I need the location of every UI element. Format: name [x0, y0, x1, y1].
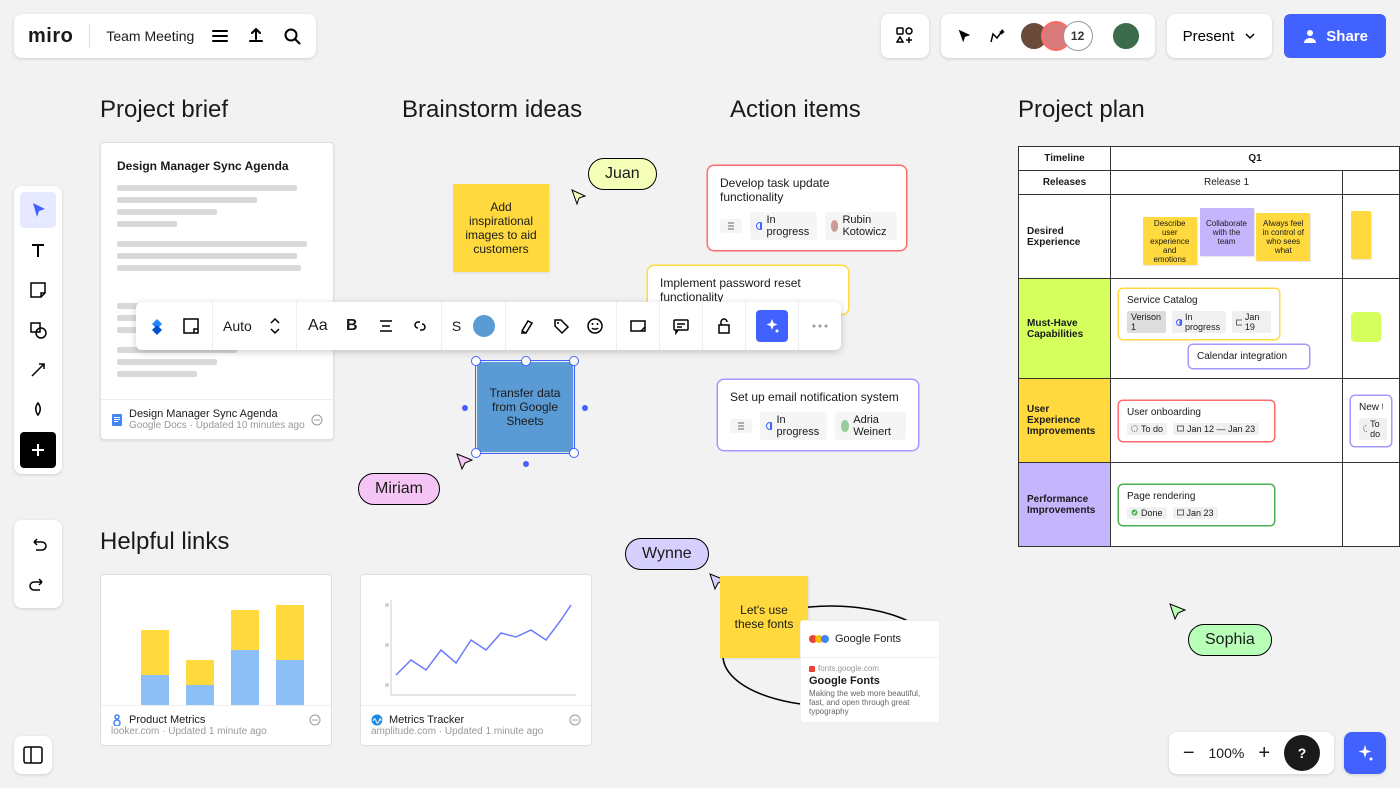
section-actions-title: Action items: [730, 96, 861, 124]
search-icon[interactable]: [282, 26, 302, 46]
card-more-icon[interactable]: [569, 714, 581, 726]
sticky-note[interactable]: Let's use these fonts: [720, 576, 808, 658]
cursor-label-wynne: Wynne: [625, 538, 709, 570]
cursor-tool-icon[interactable]: [955, 26, 975, 46]
logo[interactable]: miro: [28, 25, 73, 48]
list-icon: [720, 219, 742, 233]
share-button[interactable]: Share: [1284, 14, 1386, 58]
menu-icon[interactable]: [210, 26, 230, 46]
sticky-note[interactable]: Add inspirational images to aid customer…: [453, 184, 549, 272]
link-icon[interactable]: [409, 315, 431, 337]
action-card[interactable]: Develop task update functionality In pro…: [708, 166, 906, 250]
section-brainstorm-title: Brainstorm ideas: [402, 96, 582, 124]
card-more-icon[interactable]: [309, 714, 321, 726]
cursor-icon: [1168, 602, 1190, 624]
section-links-title: Helpful links: [100, 528, 229, 556]
person-icon: [1302, 28, 1318, 44]
zoom-out-button[interactable]: −: [1183, 742, 1195, 765]
select-tool[interactable]: [20, 192, 56, 228]
size-auto[interactable]: Auto: [223, 318, 252, 334]
text-tool[interactable]: [20, 232, 56, 268]
color-picker[interactable]: [473, 315, 495, 337]
pen-tool[interactable]: [20, 392, 56, 428]
emoji-icon[interactable]: [584, 315, 606, 337]
ai-sparkle-icon[interactable]: [756, 310, 788, 342]
shape-tool[interactable]: [20, 312, 56, 348]
cursor-label-sophia: Sophia: [1188, 624, 1272, 656]
cursor-label-miriam: Miriam: [358, 473, 440, 505]
gdocs-icon: [111, 414, 123, 426]
card-more-icon[interactable]: [311, 414, 323, 426]
help-button[interactable]: ?: [1284, 735, 1320, 771]
looker-icon: [111, 714, 123, 726]
sticky-tool[interactable]: [20, 272, 56, 308]
stepper-icon[interactable]: [264, 315, 286, 337]
present-button[interactable]: Present: [1167, 14, 1273, 58]
apps-button[interactable]: [881, 14, 929, 58]
undo-button[interactable]: [20, 526, 56, 562]
cursor-label-juan: Juan: [588, 158, 657, 190]
cursor-icon: [570, 188, 590, 208]
section-brief-title: Project brief: [100, 96, 228, 124]
zoom-level[interactable]: 100%: [1209, 745, 1245, 761]
collaborator-avatars[interactable]: 12: [1019, 21, 1093, 51]
comment-icon[interactable]: [670, 315, 692, 337]
align-icon[interactable]: [375, 315, 397, 337]
arrow-tool[interactable]: [20, 352, 56, 388]
doc-card[interactable]: Design Manager Sync Agenda Design Manage…: [100, 142, 334, 440]
bold-icon[interactable]: B: [341, 315, 363, 337]
switch-type-icon[interactable]: [627, 315, 649, 337]
project-plan-table[interactable]: Timeline Q1 Releases Release 1 Desired E…: [1018, 146, 1400, 547]
redo-button[interactable]: [20, 566, 56, 602]
section-plan-title: Project plan: [1018, 96, 1145, 124]
size-label[interactable]: S: [452, 318, 461, 334]
chart-card[interactable]: Product Metrics looker.com · Updated 1 m…: [100, 574, 332, 746]
current-user-avatar[interactable]: [1111, 21, 1141, 51]
export-icon[interactable]: [246, 26, 266, 46]
action-card[interactable]: Set up email notification system In prog…: [718, 380, 918, 450]
highlight-icon[interactable]: [516, 315, 538, 337]
chart-card[interactable]: Metrics Tracker amplitude.com · Updated …: [360, 574, 592, 746]
chevron-down-icon: [1244, 30, 1256, 42]
font-icon[interactable]: Aa: [307, 315, 329, 337]
zoom-in-button[interactable]: +: [1258, 742, 1270, 765]
cursor-icon: [455, 452, 477, 474]
amplitude-icon: [371, 714, 383, 726]
board-title[interactable]: Team Meeting: [106, 28, 194, 44]
reactions-icon[interactable]: [987, 26, 1007, 46]
add-tool[interactable]: [20, 432, 56, 468]
collapse-toolbar-button[interactable]: [14, 736, 52, 774]
gfonts-card[interactable]: Google Fonts fonts.google.com Google Fon…: [800, 620, 940, 723]
tag-icon[interactable]: [550, 315, 572, 337]
more-icon[interactable]: [809, 315, 831, 337]
doc-title: Design Manager Sync Agenda: [117, 159, 317, 173]
lock-icon[interactable]: [713, 315, 735, 337]
ai-assist-button[interactable]: [1344, 732, 1386, 774]
card-icon[interactable]: [180, 315, 202, 337]
divider: [89, 24, 90, 48]
context-toolbar[interactable]: Auto Aa B S: [136, 302, 841, 350]
jira-icon[interactable]: [146, 315, 168, 337]
